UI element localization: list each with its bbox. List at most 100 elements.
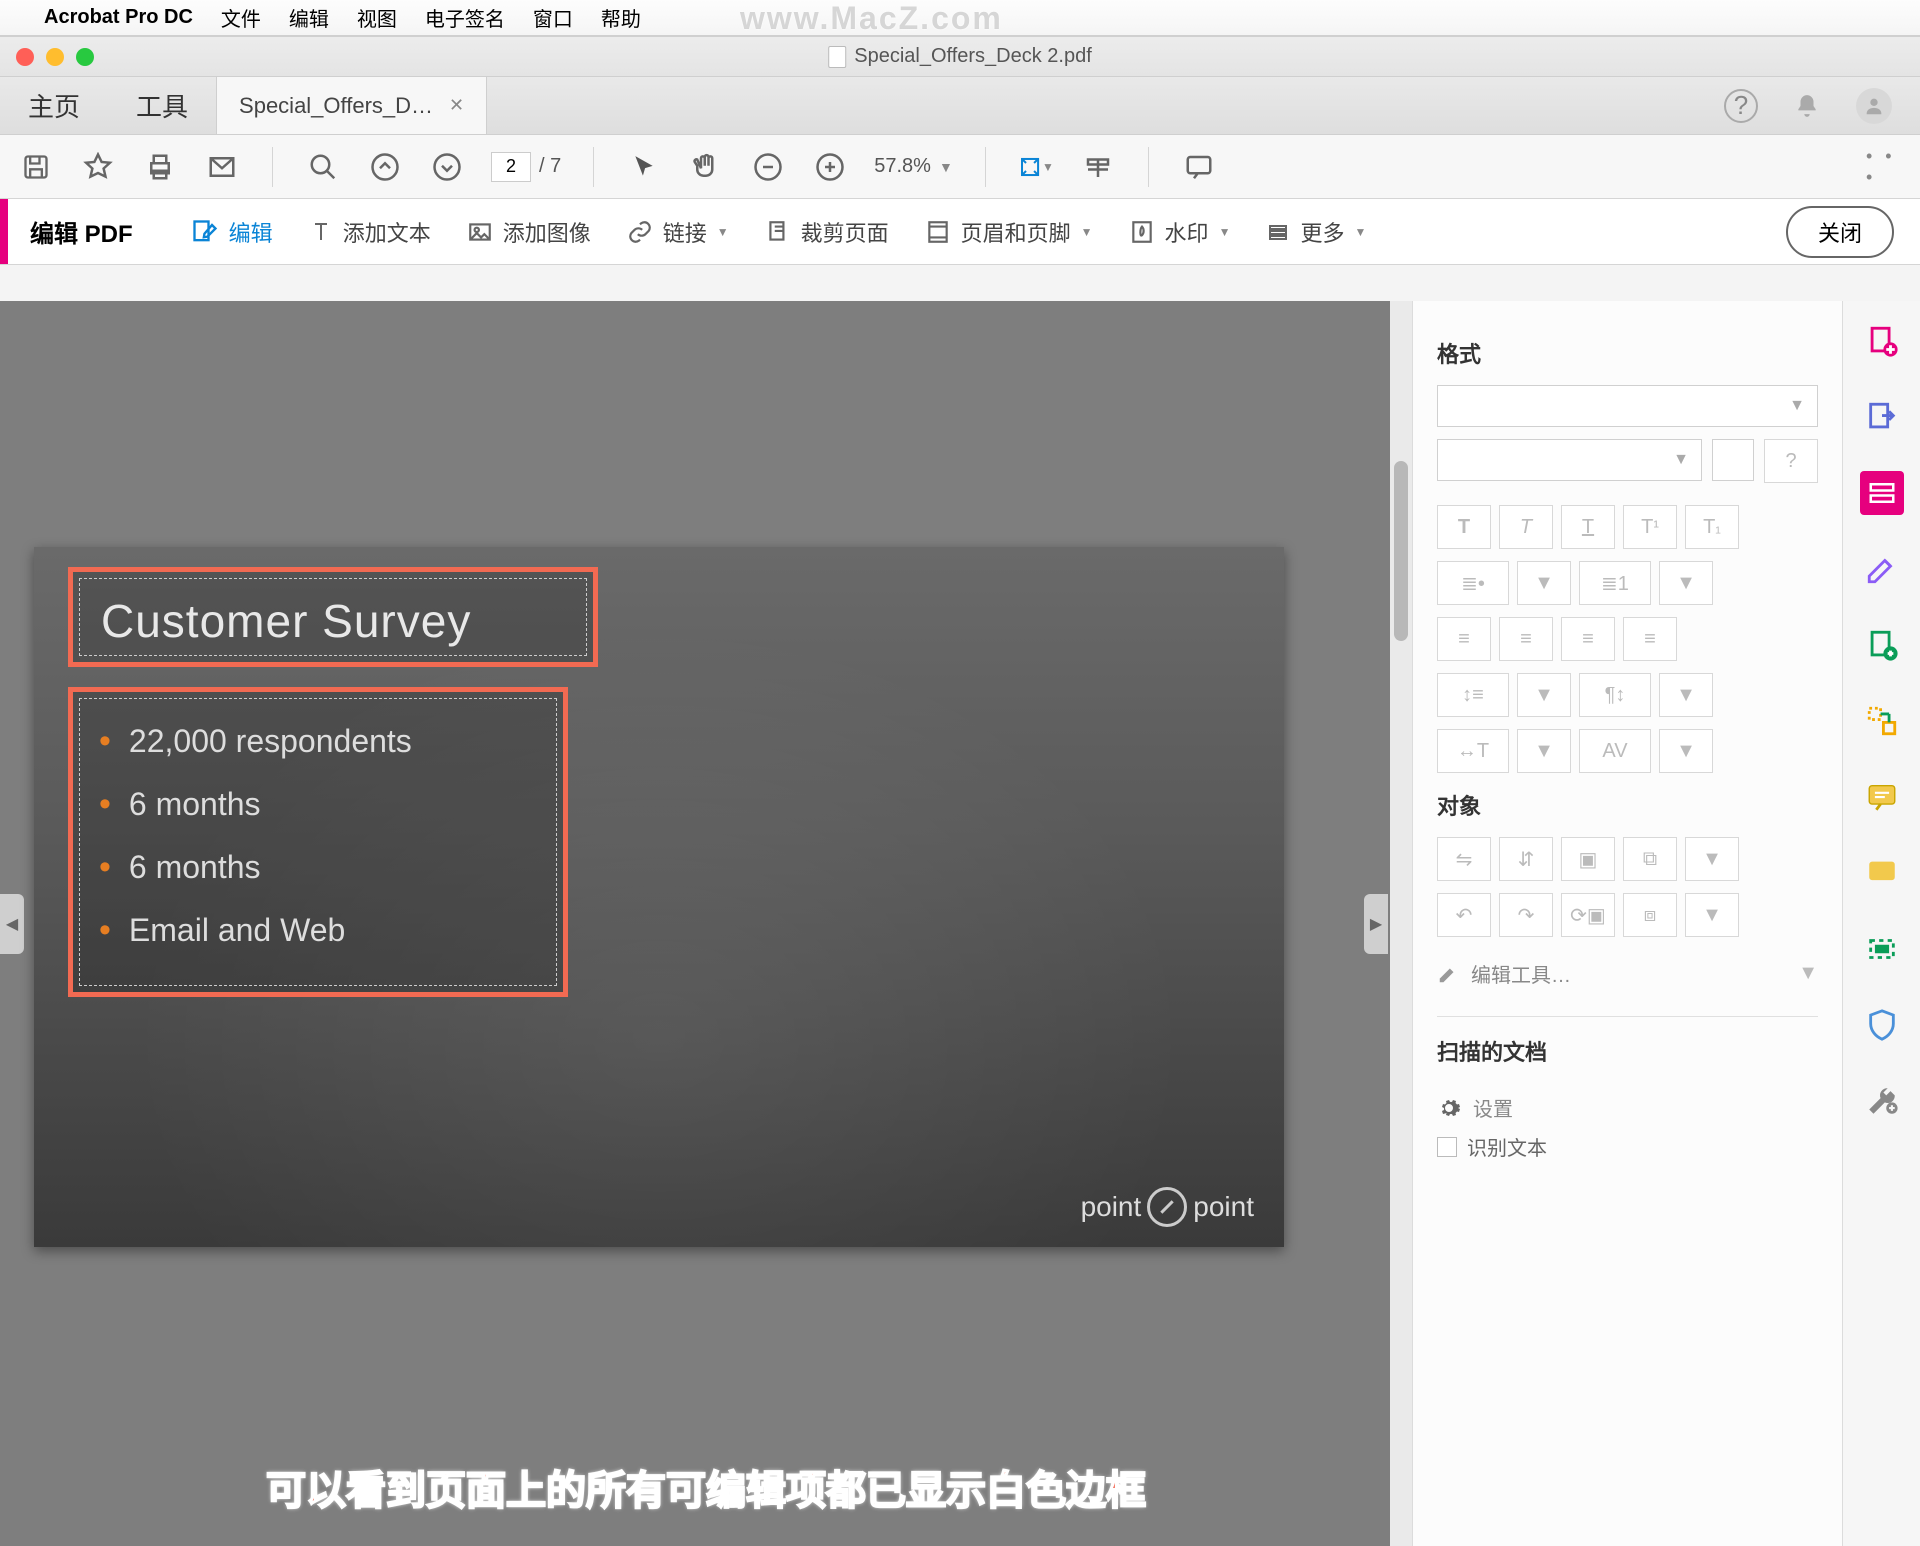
crop-button[interactable]: 裁剪页面 [747, 199, 907, 264]
line-spacing-dropdown[interactable]: ▼ [1517, 673, 1571, 717]
tab-close-icon[interactable]: ✕ [449, 95, 464, 116]
crop-object-button[interactable]: ▣ [1561, 837, 1615, 881]
page-up-icon[interactable] [367, 149, 403, 185]
more-icon[interactable]: • • • [1866, 149, 1902, 185]
font-color-picker[interactable] [1712, 439, 1754, 481]
align-center-button[interactable]: ≡ [1499, 617, 1553, 661]
vertical-scrollbar[interactable] [1390, 301, 1412, 1546]
align-objects-dropdown[interactable]: ▼ [1685, 893, 1739, 937]
tab-tools[interactable]: 工具 [108, 77, 216, 134]
menu-file[interactable]: 文件 [221, 3, 261, 32]
bell-icon[interactable] [1790, 89, 1824, 123]
prev-page-arrow[interactable]: ◀ [0, 894, 24, 954]
add-text-button[interactable]: 添加文本 [291, 199, 449, 264]
add-image-button[interactable]: 添加图像 [449, 199, 609, 264]
watermark-button[interactable]: 水印 ▼ [1111, 199, 1249, 264]
close-editbar-button[interactable]: 关闭 [1786, 206, 1894, 258]
zoom-in-icon[interactable] [812, 149, 848, 185]
editable-bullets-box[interactable]: 22,000 respondents 6 months 6 months Ema… [68, 687, 568, 997]
edit-tools-link[interactable]: 编辑工具… ▼ [1437, 949, 1818, 998]
menu-help[interactable]: 帮助 [601, 3, 641, 32]
number-list-dropdown[interactable]: ▼ [1659, 561, 1713, 605]
tab-document[interactable]: Special_Offers_D… ✕ [216, 77, 487, 134]
settings-link[interactable]: 设置 [1437, 1083, 1818, 1132]
save-icon[interactable] [18, 149, 54, 185]
bullet-list-button[interactable]: ≣• [1437, 561, 1509, 605]
horizontal-scale-dropdown[interactable]: ▼ [1517, 729, 1571, 773]
search-icon[interactable] [305, 149, 341, 185]
rotate-cw-button[interactable]: ↷ [1499, 893, 1553, 937]
edit-pdf-rail-icon[interactable] [1860, 471, 1904, 515]
align-right-button[interactable]: ≡ [1561, 617, 1615, 661]
comment-rail-icon[interactable] [1860, 775, 1904, 819]
font-size-dropdown[interactable]: ▼ [1437, 439, 1702, 481]
zoom-level[interactable]: 57.8% ▼ [874, 155, 953, 178]
number-list-button[interactable]: ≣1 [1579, 561, 1651, 605]
underline-button[interactable]: T [1561, 505, 1615, 549]
close-window-button[interactable] [16, 48, 34, 66]
redact-icon[interactable] [1860, 927, 1904, 971]
flip-vertical-button[interactable]: ⇵ [1499, 837, 1553, 881]
page-current-input[interactable] [491, 152, 531, 182]
flip-horizontal-button[interactable]: ⇋ [1437, 837, 1491, 881]
menu-window[interactable]: 窗口 [533, 3, 573, 32]
next-page-arrow[interactable]: ▶ [1364, 894, 1388, 954]
header-footer-button[interactable]: 页眉和页脚 ▼ [907, 199, 1111, 264]
app-name[interactable]: Acrobat Pro DC [44, 6, 193, 29]
line-spacing-button[interactable]: ↕≡ [1437, 673, 1509, 717]
italic-button[interactable]: T [1499, 505, 1553, 549]
print-icon[interactable] [142, 149, 178, 185]
bullet-list-dropdown[interactable]: ▼ [1517, 561, 1571, 605]
superscript-button[interactable]: T¹ [1623, 505, 1677, 549]
align-left-button[interactable]: ≡ [1437, 617, 1491, 661]
page-display-icon[interactable] [1080, 149, 1116, 185]
user-avatar[interactable] [1856, 88, 1892, 124]
tab-home[interactable]: 主页 [0, 77, 108, 134]
recognize-text-checkbox[interactable]: 识别文本 [1437, 1132, 1818, 1161]
checkbox-icon[interactable] [1437, 1137, 1457, 1157]
paragraph-spacing-dropdown[interactable]: ▼ [1659, 673, 1713, 717]
editable-title-box[interactable]: Customer Survey [68, 567, 598, 667]
pdf-page[interactable]: Customer Survey 22,000 respondents 6 mon… [34, 547, 1284, 1247]
maximize-window-button[interactable] [76, 48, 94, 66]
paragraph-spacing-button[interactable]: ¶↕ [1579, 673, 1651, 717]
protect-icon[interactable] [1860, 1003, 1904, 1047]
comment-icon[interactable] [1181, 149, 1217, 185]
more-button[interactable]: 更多 ▼ [1248, 199, 1384, 264]
scrollbar-thumb[interactable] [1394, 461, 1408, 641]
align-objects-button[interactable]: ⧈ [1623, 893, 1677, 937]
bold-button[interactable]: T [1437, 505, 1491, 549]
arrange-button[interactable]: ⧉ [1623, 837, 1677, 881]
subscript-button[interactable]: T₁ [1685, 505, 1739, 549]
menu-esign[interactable]: 电子签名 [425, 3, 505, 32]
hand-tool-icon[interactable] [688, 149, 724, 185]
create-pdf-icon[interactable] [1860, 319, 1904, 363]
edit-button[interactable]: 编辑 [173, 199, 291, 264]
page-down-icon[interactable] [429, 149, 465, 185]
more-tools-icon[interactable] [1860, 1079, 1904, 1123]
combine-icon[interactable] [1860, 623, 1904, 667]
minimize-window-button[interactable] [46, 48, 64, 66]
arrange-dropdown[interactable]: ▼ [1685, 837, 1739, 881]
horizontal-scale-button[interactable]: ↔T [1437, 729, 1509, 773]
kerning-dropdown[interactable]: ▼ [1659, 729, 1713, 773]
format-help-icon[interactable]: ? [1764, 439, 1818, 483]
link-button[interactable]: 链接 ▼ [609, 199, 747, 264]
zoom-out-icon[interactable] [750, 149, 786, 185]
menu-edit[interactable]: 编辑 [289, 3, 329, 32]
menu-view[interactable]: 视图 [357, 3, 397, 32]
star-icon[interactable] [80, 149, 116, 185]
font-family-dropdown[interactable]: ▼ [1437, 385, 1818, 427]
export-pdf-icon[interactable] [1860, 395, 1904, 439]
align-justify-button[interactable]: ≡ [1623, 617, 1677, 661]
replace-image-button[interactable]: ⟳▣ [1561, 893, 1615, 937]
organize-icon[interactable] [1860, 699, 1904, 743]
mail-icon[interactable] [204, 149, 240, 185]
rotate-ccw-button[interactable]: ↶ [1437, 893, 1491, 937]
fit-page-icon[interactable]: ▼ [1018, 149, 1054, 185]
kerning-button[interactable]: AV [1579, 729, 1651, 773]
selection-tool-icon[interactable] [626, 149, 662, 185]
document-canvas[interactable]: ◀ ▶ Customer Survey 22,000 respondents 6… [0, 301, 1412, 1546]
sign-icon[interactable] [1860, 547, 1904, 591]
share-comment-icon[interactable] [1860, 851, 1904, 895]
